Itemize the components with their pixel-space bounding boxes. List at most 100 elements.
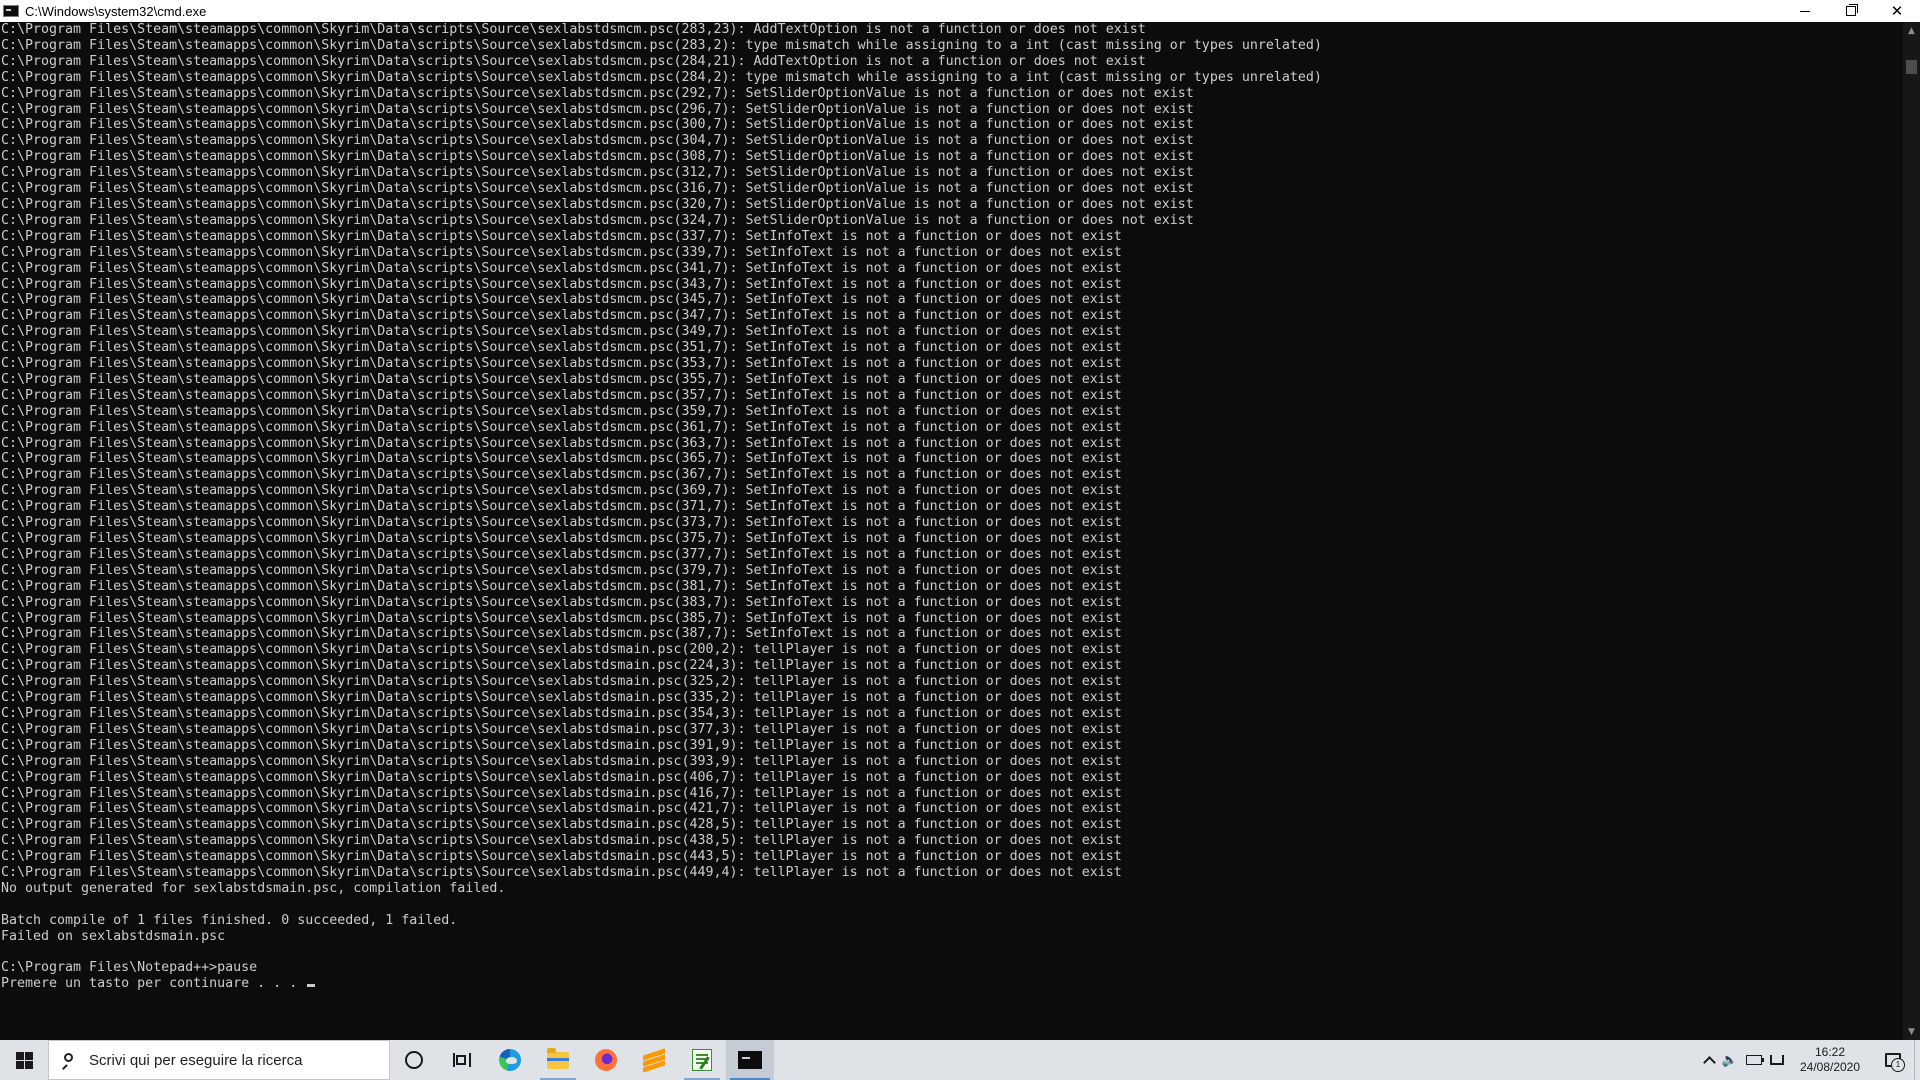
taskbar-app-sublime[interactable]	[630, 1040, 678, 1080]
console-line: C:\Program Files\Steam\steamapps\common\…	[1, 705, 1122, 721]
console-line: C:\Program Files\Steam\steamapps\common\…	[1, 467, 1122, 483]
taskbar-app-firefox[interactable]	[582, 1040, 630, 1080]
console-line: C:\Program Files\Steam\steamapps\common\…	[1, 721, 1122, 737]
sublime-text-icon	[643, 1048, 665, 1073]
console-line: C:\Program Files\Steam\steamapps\common\…	[1, 546, 1122, 562]
network-button[interactable]	[1766, 1040, 1788, 1080]
console-line: C:\Program Files\Steam\steamapps\common\…	[1, 276, 1122, 292]
taskbar-app-command-prompt[interactable]	[726, 1040, 774, 1080]
battery-button[interactable]	[1742, 1040, 1766, 1080]
search-placeholder: Scrivi qui per eseguire la ricerca	[89, 1051, 303, 1069]
console-line: C:\Program Files\Steam\steamapps\common\…	[1, 228, 1122, 244]
console-line: C:\Program Files\Steam\steamapps\common\…	[1, 387, 1122, 403]
console-line: C:\Program Files\Steam\steamapps\common\…	[1, 578, 1122, 594]
taskbar: Scrivi qui per eseguire la ricerca 🔈 16:…	[0, 1040, 1920, 1080]
console-line: C:\Program Files\Steam\steamapps\common\…	[1, 196, 1194, 212]
taskbar-app-edge[interactable]	[486, 1040, 534, 1080]
console-line: C:\Program Files\Steam\steamapps\common\…	[1, 594, 1122, 610]
console-line: C:\Program Files\Steam\steamapps\common\…	[1, 85, 1194, 101]
window-title: C:\Windows\system32\cmd.exe	[25, 3, 207, 19]
clock-date: 24/08/2020	[1799, 1060, 1861, 1074]
cortana-button[interactable]	[390, 1040, 438, 1080]
taskbar-app-notepad-plus-plus[interactable]	[678, 1040, 726, 1080]
console-line: C:\Program Files\Steam\steamapps\common\…	[1, 642, 1122, 658]
console-line: C:\Program Files\Steam\steamapps\common\…	[1, 356, 1122, 372]
console-line: C:\Program Files\Steam\steamapps\common\…	[1, 658, 1122, 674]
task-view-icon	[453, 1053, 471, 1067]
firefox-icon	[595, 1049, 617, 1071]
scroll-up-arrow-icon[interactable]: ▲	[1903, 22, 1920, 39]
cmd-window-icon[interactable]	[3, 5, 19, 17]
command-prompt-icon	[738, 1051, 762, 1069]
console-line: C:\Program Files\Steam\steamapps\common\…	[1, 53, 1146, 69]
console-line: Batch compile of 1 files finished. 0 suc…	[1, 912, 458, 928]
console-output[interactable]: C:\Program Files\Steam\steamapps\common\…	[0, 22, 1901, 1040]
console-line: C:\Program Files\Steam\steamapps\common\…	[1, 801, 1122, 817]
console-line: No output generated for sexlabstdsmain.p…	[1, 880, 506, 896]
console-line: C:\Program Files\Steam\steamapps\common\…	[1, 817, 1122, 833]
console-line: Premere un tasto per continuare . . .	[1, 976, 1901, 992]
window-title-bar[interactable]: C:\Windows\system32\cmd.exe ✕	[0, 0, 1920, 22]
console-line: C:\Program Files\Steam\steamapps\common\…	[1, 674, 1122, 690]
clock-time: 16:22	[1814, 1045, 1846, 1059]
console-line: C:\Program Files\Steam\steamapps\common\…	[1, 340, 1122, 356]
console-line: C:\Program Files\Steam\steamapps\common\…	[1, 403, 1122, 419]
start-button[interactable]	[0, 1040, 48, 1080]
chevron-up-icon	[1702, 1055, 1716, 1069]
console-line: C:\Program Files\Steam\steamapps\common\…	[1, 37, 1322, 53]
taskbar-app-file-explorer[interactable]	[534, 1040, 582, 1080]
console-line: C:\Program Files\Steam\steamapps\common\…	[1, 499, 1122, 515]
console-line: C:\Program Files\Steam\steamapps\common\…	[1, 737, 1122, 753]
console-line: C:\Program Files\Steam\steamapps\common\…	[1, 149, 1194, 165]
taskbar-search-box[interactable]: Scrivi qui per eseguire la ricerca	[48, 1040, 390, 1080]
edge-icon	[499, 1049, 521, 1071]
console-line: C:\Program Files\Steam\steamapps\common\…	[1, 260, 1122, 276]
system-tray: 🔈 16:22 24/08/2020 1	[1701, 1040, 1920, 1080]
console-line: C:\Program Files\Steam\steamapps\common\…	[1, 562, 1122, 578]
show-desktop-button[interactable]	[1914, 1040, 1920, 1080]
console-line: C:\Program Files\Steam\steamapps\common\…	[1, 419, 1122, 435]
console-line: Failed on sexlabstdsmain.psc	[1, 928, 226, 944]
console-line: C:\Program Files\Notepad++>pause	[1, 960, 258, 976]
console-line: C:\Program Files\Steam\steamapps\common\…	[1, 833, 1122, 849]
show-hidden-icons-button[interactable]	[1701, 1040, 1718, 1080]
file-explorer-icon	[547, 1047, 569, 1069]
windows-logo-icon	[15, 1051, 33, 1069]
text-cursor	[307, 984, 316, 988]
clock[interactable]: 16:22 24/08/2020	[1788, 1040, 1872, 1080]
notification-count-badge: 1	[1891, 1058, 1905, 1072]
console-line: C:\Program Files\Steam\steamapps\common\…	[1, 292, 1122, 308]
console-line: C:\Program Files\Steam\steamapps\common\…	[1, 483, 1122, 499]
vertical-scrollbar[interactable]: ▲ ▼	[1903, 22, 1920, 1040]
volume-button[interactable]: 🔈	[1718, 1040, 1742, 1080]
close-icon: ✕	[1890, 3, 1904, 20]
notepad-plus-plus-icon	[692, 1049, 712, 1071]
console-line: C:\Program Files\Steam\steamapps\common\…	[1, 22, 1146, 37]
minimize-button[interactable]	[1782, 0, 1828, 22]
window-controls: ✕	[1782, 0, 1920, 22]
speaker-icon: 🔈	[1721, 1052, 1738, 1068]
close-button[interactable]: ✕	[1874, 0, 1920, 22]
scrollbar-thumb[interactable]	[1906, 60, 1917, 74]
console-line: C:\Program Files\Steam\steamapps\common\…	[1, 101, 1194, 117]
console-line: C:\Program Files\Steam\steamapps\common\…	[1, 690, 1122, 706]
console-line: C:\Program Files\Steam\steamapps\common\…	[1, 849, 1122, 865]
console-line: C:\Program Files\Steam\steamapps\common\…	[1, 244, 1122, 260]
console-line: C:\Program Files\Steam\steamapps\common\…	[1, 610, 1122, 626]
console-line: C:\Program Files\Steam\steamapps\common\…	[1, 69, 1322, 85]
battery-icon	[1746, 1055, 1764, 1065]
console-line: C:\Program Files\Steam\steamapps\common\…	[1, 435, 1122, 451]
action-center-button[interactable]: 1	[1872, 1040, 1914, 1080]
search-icon	[61, 1053, 75, 1067]
console-line: C:\Program Files\Steam\steamapps\common\…	[1, 117, 1194, 133]
restore-icon	[1846, 4, 1858, 16]
console-line: C:\Program Files\Steam\steamapps\common\…	[1, 865, 1122, 881]
console-line: C:\Program Files\Steam\steamapps\common\…	[1, 308, 1122, 324]
minimize-icon	[1800, 10, 1810, 12]
console-line: C:\Program Files\Steam\steamapps\common\…	[1, 451, 1122, 467]
restore-button[interactable]	[1828, 0, 1874, 22]
task-view-button[interactable]	[438, 1040, 486, 1080]
scroll-down-arrow-icon[interactable]: ▼	[1903, 1023, 1920, 1040]
